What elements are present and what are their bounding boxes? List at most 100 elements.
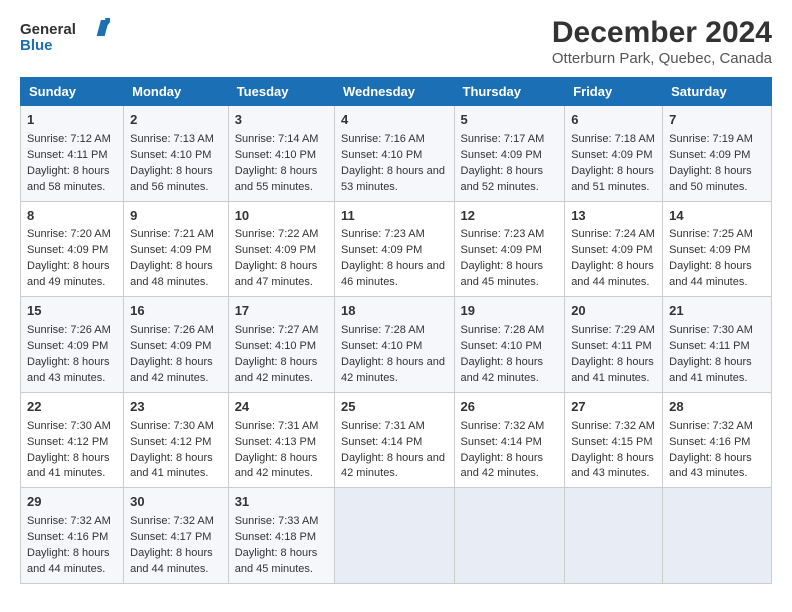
sunset-text: Sunset: 4:09 PM xyxy=(130,244,211,256)
daylight-text: Daylight: 8 hours and 42 minutes. xyxy=(130,356,213,384)
daylight-text: Daylight: 8 hours and 43 minutes. xyxy=(669,452,752,480)
daylight-text: Daylight: 8 hours and 52 minutes. xyxy=(461,165,544,193)
calendar-cell: 18 Sunrise: 7:28 AM Sunset: 4:10 PM Dayl… xyxy=(335,297,455,393)
day-header-monday: Monday xyxy=(124,78,229,106)
calendar-cell: 31 Sunrise: 7:33 AM Sunset: 4:18 PM Dayl… xyxy=(228,488,334,584)
calendar-cell: 2 Sunrise: 7:13 AM Sunset: 4:10 PM Dayli… xyxy=(124,106,229,202)
sunset-text: Sunset: 4:11 PM xyxy=(571,340,652,352)
daylight-text: Daylight: 8 hours and 58 minutes. xyxy=(27,165,110,193)
sunset-text: Sunset: 4:10 PM xyxy=(130,149,211,161)
daylight-text: Daylight: 8 hours and 44 minutes. xyxy=(669,260,752,288)
day-number: 4 xyxy=(341,111,448,130)
sunrise-text: Sunrise: 7:32 AM xyxy=(27,515,111,527)
daylight-text: Daylight: 8 hours and 41 minutes. xyxy=(130,452,213,480)
sunset-text: Sunset: 4:15 PM xyxy=(571,436,652,448)
day-number: 18 xyxy=(341,302,448,321)
calendar-cell: 21 Sunrise: 7:30 AM Sunset: 4:11 PM Dayl… xyxy=(663,297,772,393)
sunrise-text: Sunrise: 7:17 AM xyxy=(461,133,545,145)
day-number: 30 xyxy=(130,493,222,512)
sunset-text: Sunset: 4:10 PM xyxy=(235,340,316,352)
daylight-text: Daylight: 8 hours and 42 minutes. xyxy=(235,452,318,480)
calendar-cell: 20 Sunrise: 7:29 AM Sunset: 4:11 PM Dayl… xyxy=(565,297,663,393)
day-number: 1 xyxy=(27,111,117,130)
sunrise-text: Sunrise: 7:20 AM xyxy=(27,228,111,240)
sunset-text: Sunset: 4:09 PM xyxy=(571,149,652,161)
calendar-cell: 28 Sunrise: 7:32 AM Sunset: 4:16 PM Dayl… xyxy=(663,392,772,488)
week-row-2: 8 Sunrise: 7:20 AM Sunset: 4:09 PM Dayli… xyxy=(21,201,772,297)
calendar-cell: 7 Sunrise: 7:19 AM Sunset: 4:09 PM Dayli… xyxy=(663,106,772,202)
sunset-text: Sunset: 4:16 PM xyxy=(27,531,108,543)
day-number: 16 xyxy=(130,302,222,321)
sunrise-text: Sunrise: 7:32 AM xyxy=(130,515,214,527)
week-row-3: 15 Sunrise: 7:26 AM Sunset: 4:09 PM Dayl… xyxy=(21,297,772,393)
day-number: 5 xyxy=(461,111,559,130)
day-number: 19 xyxy=(461,302,559,321)
calendar-cell: 3 Sunrise: 7:14 AM Sunset: 4:10 PM Dayli… xyxy=(228,106,334,202)
calendar-cell: 15 Sunrise: 7:26 AM Sunset: 4:09 PM Dayl… xyxy=(21,297,124,393)
sunset-text: Sunset: 4:10 PM xyxy=(461,340,542,352)
day-number: 11 xyxy=(341,207,448,226)
sunrise-text: Sunrise: 7:32 AM xyxy=(669,420,753,432)
logo: General Blue xyxy=(20,16,110,58)
calendar-cell: 14 Sunrise: 7:25 AM Sunset: 4:09 PM Dayl… xyxy=(663,201,772,297)
calendar-cell: 17 Sunrise: 7:27 AM Sunset: 4:10 PM Dayl… xyxy=(228,297,334,393)
week-row-5: 29 Sunrise: 7:32 AM Sunset: 4:16 PM Dayl… xyxy=(21,488,772,584)
sunrise-text: Sunrise: 7:32 AM xyxy=(461,420,545,432)
logo-svg: General Blue xyxy=(20,16,110,58)
day-number: 25 xyxy=(341,398,448,417)
calendar-cell: 29 Sunrise: 7:32 AM Sunset: 4:16 PM Dayl… xyxy=(21,488,124,584)
sunrise-text: Sunrise: 7:25 AM xyxy=(669,228,753,240)
day-number: 31 xyxy=(235,493,328,512)
day-header-sunday: Sunday xyxy=(21,78,124,106)
daylight-text: Daylight: 8 hours and 44 minutes. xyxy=(130,547,213,575)
sunrise-text: Sunrise: 7:33 AM xyxy=(235,515,319,527)
daylight-text: Daylight: 8 hours and 51 minutes. xyxy=(571,165,654,193)
calendar-cell: 24 Sunrise: 7:31 AM Sunset: 4:13 PM Dayl… xyxy=(228,392,334,488)
calendar-cell: 1 Sunrise: 7:12 AM Sunset: 4:11 PM Dayli… xyxy=(21,106,124,202)
day-number: 24 xyxy=(235,398,328,417)
calendar-cell xyxy=(663,488,772,584)
sunset-text: Sunset: 4:11 PM xyxy=(27,149,108,161)
day-header-friday: Friday xyxy=(565,78,663,106)
day-number: 29 xyxy=(27,493,117,512)
sunset-text: Sunset: 4:09 PM xyxy=(27,244,108,256)
sunrise-text: Sunrise: 7:23 AM xyxy=(461,228,545,240)
sunrise-text: Sunrise: 7:16 AM xyxy=(341,133,425,145)
calendar-cell: 26 Sunrise: 7:32 AM Sunset: 4:14 PM Dayl… xyxy=(454,392,565,488)
calendar-cell: 16 Sunrise: 7:26 AM Sunset: 4:09 PM Dayl… xyxy=(124,297,229,393)
daylight-text: Daylight: 8 hours and 43 minutes. xyxy=(571,452,654,480)
daylight-text: Daylight: 8 hours and 41 minutes. xyxy=(27,452,110,480)
day-number: 2 xyxy=(130,111,222,130)
sunrise-text: Sunrise: 7:23 AM xyxy=(341,228,425,240)
sunrise-text: Sunrise: 7:30 AM xyxy=(130,420,214,432)
calendar-cell: 10 Sunrise: 7:22 AM Sunset: 4:09 PM Dayl… xyxy=(228,201,334,297)
sunset-text: Sunset: 4:09 PM xyxy=(669,149,750,161)
day-number: 20 xyxy=(571,302,656,321)
calendar-cell xyxy=(335,488,455,584)
day-number: 21 xyxy=(669,302,765,321)
week-row-1: 1 Sunrise: 7:12 AM Sunset: 4:11 PM Dayli… xyxy=(21,106,772,202)
sunrise-text: Sunrise: 7:13 AM xyxy=(130,133,214,145)
sunset-text: Sunset: 4:14 PM xyxy=(461,436,542,448)
sunrise-text: Sunrise: 7:29 AM xyxy=(571,324,655,336)
sunset-text: Sunset: 4:09 PM xyxy=(235,244,316,256)
day-number: 15 xyxy=(27,302,117,321)
calendar-cell: 27 Sunrise: 7:32 AM Sunset: 4:15 PM Dayl… xyxy=(565,392,663,488)
day-number: 17 xyxy=(235,302,328,321)
sunrise-text: Sunrise: 7:32 AM xyxy=(571,420,655,432)
sunset-text: Sunset: 4:09 PM xyxy=(130,340,211,352)
day-number: 9 xyxy=(130,207,222,226)
sunset-text: Sunset: 4:09 PM xyxy=(669,244,750,256)
daylight-text: Daylight: 8 hours and 47 minutes. xyxy=(235,260,318,288)
day-header-saturday: Saturday xyxy=(663,78,772,106)
calendar-cell: 13 Sunrise: 7:24 AM Sunset: 4:09 PM Dayl… xyxy=(565,201,663,297)
day-number: 10 xyxy=(235,207,328,226)
sunset-text: Sunset: 4:18 PM xyxy=(235,531,316,543)
daylight-text: Daylight: 8 hours and 42 minutes. xyxy=(461,356,544,384)
svg-text:Blue: Blue xyxy=(20,37,53,54)
daylight-text: Daylight: 8 hours and 44 minutes. xyxy=(27,547,110,575)
day-header-tuesday: Tuesday xyxy=(228,78,334,106)
daylight-text: Daylight: 8 hours and 45 minutes. xyxy=(461,260,544,288)
day-number: 6 xyxy=(571,111,656,130)
daylight-text: Daylight: 8 hours and 49 minutes. xyxy=(27,260,110,288)
